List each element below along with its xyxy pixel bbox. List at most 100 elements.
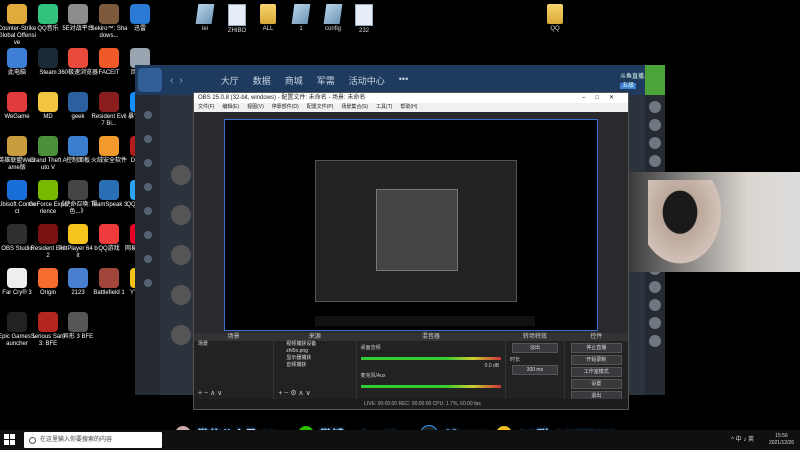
sidebar-icon[interactable] bbox=[143, 159, 152, 167]
source-item[interactable]: 音频捕获 bbox=[274, 362, 355, 369]
mixer-track-label: 桌面音频 bbox=[360, 345, 381, 351]
avatar[interactable] bbox=[649, 281, 661, 293]
desktop-icon-label: 迅雷 bbox=[133, 26, 146, 32]
avatar[interactable] bbox=[649, 101, 661, 113]
scene-item[interactable]: 场景 bbox=[194, 341, 273, 348]
mixer-db: 0.0 dB bbox=[484, 363, 500, 369]
duration-input[interactable]: 300 ms bbox=[512, 365, 558, 375]
desktop-file-icon[interactable]: 232 bbox=[344, 4, 384, 34]
avatar[interactable] bbox=[649, 119, 661, 131]
avatar[interactable] bbox=[171, 245, 191, 265]
nav-more[interactable]: ••• bbox=[399, 74, 408, 87]
transitions-panel: 转场特效 淡出 时长 300 ms bbox=[506, 333, 565, 399]
settings-button[interactable]: 设置 bbox=[570, 379, 623, 389]
obs-menubar: 文件(F) 编辑(E) 视图(V) 停靠部件(D) 配置文件(P) 场景集合(S… bbox=[194, 103, 628, 112]
sidebar-icon[interactable] bbox=[143, 183, 152, 191]
app-icon bbox=[38, 312, 58, 332]
avatar[interactable] bbox=[649, 317, 661, 329]
avatar[interactable] bbox=[649, 155, 661, 167]
scenes-panel: 场景 场景 + − ∧ ∨ bbox=[194, 333, 275, 399]
transition-select[interactable]: 淡出 bbox=[512, 343, 558, 353]
app-icon bbox=[7, 4, 27, 24]
nav-shop[interactable]: 商城 bbox=[285, 74, 303, 87]
menu-tools[interactable]: 工具(T) bbox=[376, 103, 392, 112]
start-button[interactable] bbox=[4, 434, 15, 445]
desktop-file-label: config bbox=[324, 26, 341, 32]
desktop-icon-label: 异形 3 BFE bbox=[62, 334, 94, 340]
avatar[interactable] bbox=[171, 285, 191, 305]
clock-time: 15:56 bbox=[775, 433, 788, 439]
source-item[interactable]: 显示器捕获 bbox=[274, 355, 355, 362]
transitions-header: 转场特效 bbox=[506, 333, 564, 341]
source-item[interactable]: 视频捕获设备 bbox=[274, 341, 355, 348]
start-recording-button[interactable]: 开始录制 bbox=[570, 355, 623, 365]
menu-view[interactable]: 视图(V) bbox=[247, 103, 264, 112]
sidebar-icon[interactable] bbox=[143, 207, 152, 215]
sidebar-icon[interactable] bbox=[143, 111, 152, 119]
close-icon[interactable]: ✕ bbox=[609, 95, 624, 101]
file-icon bbox=[323, 4, 343, 24]
launcher-logo-icon[interactable] bbox=[138, 68, 162, 92]
clock[interactable]: 15:56 2021/12/26 bbox=[769, 433, 794, 447]
menu-edit[interactable]: 编辑(E) bbox=[222, 103, 239, 112]
app-icon bbox=[7, 48, 27, 68]
search-placeholder: 在这里输入你要搜索的内容 bbox=[40, 437, 113, 443]
desktop-file-label: QQ bbox=[550, 26, 560, 32]
obs-preview[interactable] bbox=[224, 119, 598, 331]
avatar[interactable] bbox=[649, 299, 661, 311]
sources-toolbar[interactable]: + − ⚙ ∧ ∨ bbox=[278, 389, 310, 397]
mixer-panel: 混音器 桌面音频 0.0 dB 麦克风/Aux bbox=[356, 333, 507, 399]
user-badge: 五级 bbox=[619, 83, 636, 89]
stop-streaming-button[interactable]: 停止直播 bbox=[570, 343, 623, 353]
sidebar-icon[interactable] bbox=[143, 255, 152, 263]
app-icon bbox=[68, 180, 88, 200]
app-icon bbox=[99, 48, 119, 68]
sidebar-icon[interactable] bbox=[143, 135, 152, 143]
source-item[interactable]: zhi5o.png bbox=[274, 348, 355, 355]
desktop-file-label: 232 bbox=[358, 28, 369, 34]
menu-scene-collection[interactable]: 场景集合(S) bbox=[341, 103, 368, 112]
forward-arrow-icon[interactable]: › bbox=[179, 75, 182, 86]
avatar[interactable] bbox=[171, 165, 191, 185]
sidebar-icon[interactable] bbox=[143, 279, 152, 287]
avatar[interactable] bbox=[649, 137, 661, 149]
nav-lobby[interactable]: 大厅 bbox=[221, 74, 239, 87]
menu-profile[interactable]: 配置文件(P) bbox=[307, 103, 334, 112]
studio-mode-button[interactable]: 工作室模式 bbox=[570, 367, 623, 377]
nav-events[interactable]: 活动中心 bbox=[349, 74, 385, 87]
back-arrow-icon[interactable]: ‹ bbox=[170, 75, 173, 86]
avatar[interactable] bbox=[171, 205, 191, 225]
menu-help[interactable]: 帮助(H) bbox=[400, 103, 417, 112]
obs-title-bar[interactable]: OBS 25.0.8 (32-bit, windows) - 配置文件: 未命名… bbox=[194, 93, 628, 103]
desktop-icon[interactable]: 迅雷 bbox=[120, 4, 160, 33]
nav-data[interactable]: 数据 bbox=[253, 74, 271, 87]
avatar[interactable] bbox=[649, 335, 661, 347]
controls-panel: 控件 停止直播 开始录制 工作室模式 设置 退出 bbox=[564, 333, 629, 401]
file-icon bbox=[291, 4, 311, 24]
app-icon bbox=[68, 136, 88, 156]
app-icon bbox=[7, 136, 27, 156]
sidebar-icon[interactable] bbox=[143, 231, 152, 239]
avatar[interactable] bbox=[171, 325, 191, 345]
search-input[interactable]: 在这里输入你要搜索的内容 bbox=[24, 432, 162, 448]
app-icon bbox=[38, 92, 58, 112]
tray-icons[interactable]: ^ 中 ♪ 英 bbox=[731, 434, 754, 443]
desktop-file-icon[interactable]: QQ bbox=[535, 4, 575, 32]
obs-title: OBS 25.0.8 (32-bit, windows) - 配置文件: 未命名… bbox=[198, 95, 366, 101]
obs-window: OBS 25.0.8 (32-bit, windows) - 配置文件: 未命名… bbox=[193, 92, 629, 410]
file-icon bbox=[195, 4, 215, 24]
desktop-file-label: ZHIBO bbox=[227, 28, 247, 34]
menu-docks[interactable]: 停靠部件(D) bbox=[272, 103, 299, 112]
desktop-icon[interactable]: 异形 3 BFE bbox=[58, 312, 98, 341]
minimize-icon[interactable]: – bbox=[582, 95, 595, 101]
menu-file[interactable]: 文件(F) bbox=[198, 103, 214, 112]
window-controls: –□✕ bbox=[582, 93, 624, 103]
system-tray[interactable]: ^ 中 ♪ 英 bbox=[731, 434, 754, 443]
sources-panel: 来源 视频捕获设备 zhi5o.png 显示器捕获 音频捕获 + − ⚙ ∧ ∨ bbox=[274, 333, 357, 399]
desktop-file-label: ALL bbox=[262, 26, 274, 32]
maximize-icon[interactable]: □ bbox=[595, 95, 609, 101]
nav-supplies[interactable]: 军需 bbox=[317, 74, 335, 87]
preview-promo-banner bbox=[315, 316, 535, 326]
scenes-toolbar[interactable]: + − ∧ ∨ bbox=[198, 389, 222, 397]
app-icon bbox=[7, 92, 27, 112]
